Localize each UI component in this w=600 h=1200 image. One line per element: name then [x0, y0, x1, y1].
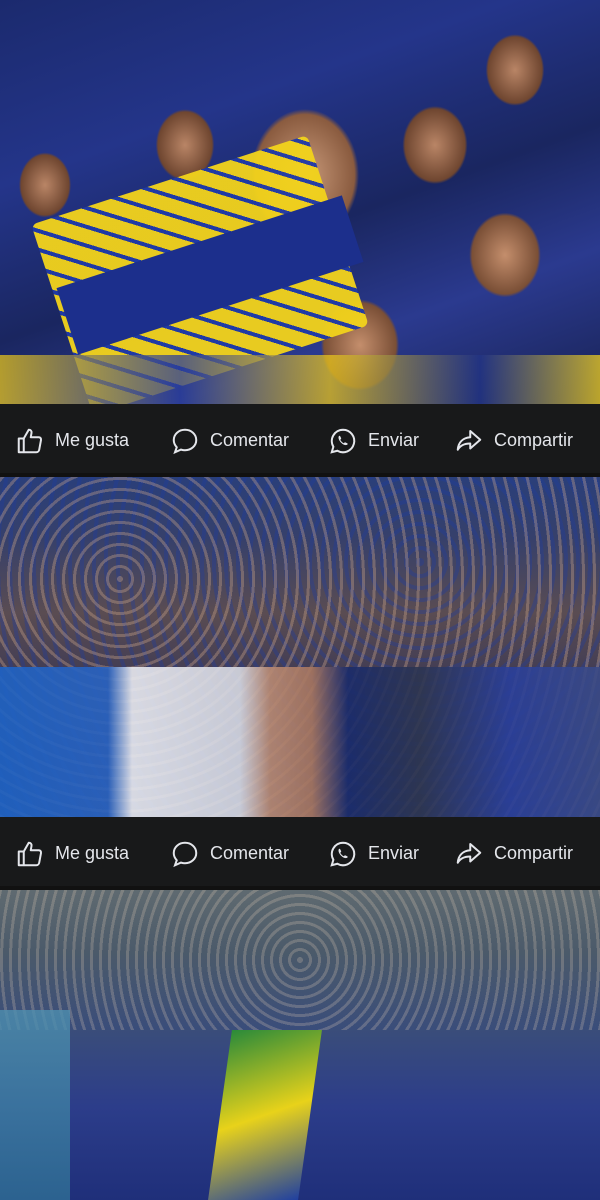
stadium-seats — [0, 1010, 70, 1200]
speech-bubble-icon — [172, 428, 198, 454]
speech-bubble-icon — [172, 841, 198, 867]
whatsapp-icon — [330, 841, 356, 867]
send-label: Enviar — [368, 430, 420, 450]
share-label: Compartir — [494, 430, 574, 450]
like-button[interactable]: Me gusta — [15, 817, 129, 890]
like-button[interactable]: Me gusta — [15, 404, 129, 477]
post-actions-bar-2: Me gusta Comentar Enviar Compartir — [0, 817, 600, 890]
share-arrow-icon — [456, 842, 482, 864]
post-photo-2[interactable] — [0, 477, 600, 817]
share-button[interactable]: Compartir — [454, 817, 573, 890]
share-arrow-icon — [456, 429, 482, 451]
like-label: Me gusta — [55, 430, 130, 450]
stadium-stands — [0, 890, 600, 1030]
like-label: Me gusta — [55, 843, 130, 863]
send-button[interactable]: Enviar — [328, 404, 419, 477]
comment-button[interactable]: Comentar — [170, 404, 289, 477]
share-label: Compartir — [494, 843, 574, 863]
share-button[interactable]: Compartir — [454, 404, 573, 477]
foreground-fans — [0, 667, 600, 817]
thumbs-up-icon — [17, 428, 43, 453]
comment-button[interactable]: Comentar — [170, 817, 289, 890]
comment-label: Comentar — [210, 843, 290, 863]
whatsapp-icon — [330, 428, 356, 454]
post-photo-1[interactable] — [0, 0, 600, 404]
comment-label: Comentar — [210, 430, 290, 450]
send-label: Enviar — [368, 843, 420, 863]
jersey-area — [0, 355, 600, 404]
thumbs-up-icon — [17, 841, 43, 866]
send-button[interactable]: Enviar — [328, 817, 419, 890]
post-actions-bar-1: Me gusta Comentar Enviar Compartir — [0, 404, 600, 477]
